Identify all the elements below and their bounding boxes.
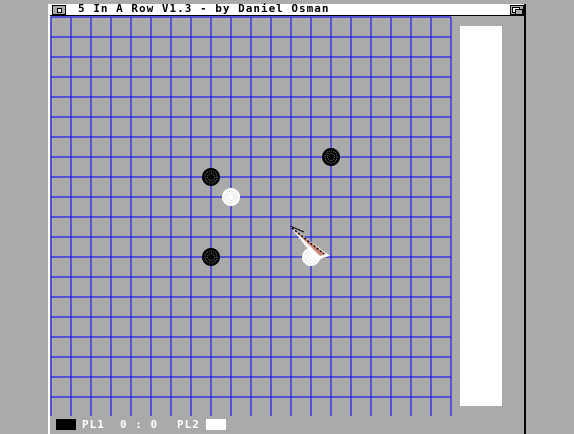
- black-stone: [202, 168, 220, 186]
- black-stone: [202, 248, 220, 266]
- side-panel: [460, 26, 502, 406]
- player2-label: PL2: [177, 418, 200, 431]
- status-bar: PL1 0 : 0 PL2: [50, 414, 520, 434]
- player2-color-swatch: [206, 419, 226, 430]
- close-gadget-icon[interactable]: [52, 5, 66, 15]
- black-stone: [322, 148, 340, 166]
- depth-gadget-icon[interactable]: [510, 5, 524, 15]
- window-title: 5 In A Row V1.3 - by Daniel Osman: [78, 2, 330, 15]
- game-board[interactable]: [50, 16, 454, 416]
- window-titlebar[interactable]: 5 In A Row V1.3 - by Daniel Osman: [50, 2, 524, 16]
- mouse-pointer-icon: [290, 226, 330, 262]
- player1-label: PL1: [82, 418, 105, 431]
- score-display: 0 : 0: [120, 418, 159, 431]
- white-stone: [222, 188, 240, 206]
- player1-color-swatch: [56, 419, 76, 430]
